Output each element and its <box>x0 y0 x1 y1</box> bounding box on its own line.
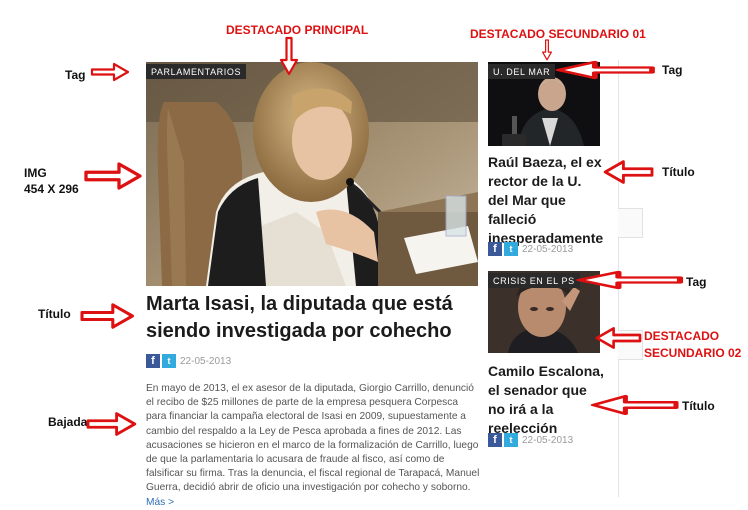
red-arrow-icon <box>595 327 642 349</box>
red-arrow-icon <box>86 412 137 436</box>
red-arrow-icon <box>541 39 553 61</box>
annotation-arrows <box>80 36 748 436</box>
main-article-more-link[interactable]: Más > <box>146 497 174 508</box>
red-arrow-icon <box>558 62 652 78</box>
red-arrow-icon <box>80 303 134 329</box>
red-arrow-icon <box>90 62 130 82</box>
red-arrow-icon <box>279 36 299 76</box>
red-arrow-icon <box>603 160 654 184</box>
red-arrow-icon <box>84 162 142 190</box>
red-arrow-icon <box>579 272 680 288</box>
red-arrow-icon <box>593 396 676 414</box>
